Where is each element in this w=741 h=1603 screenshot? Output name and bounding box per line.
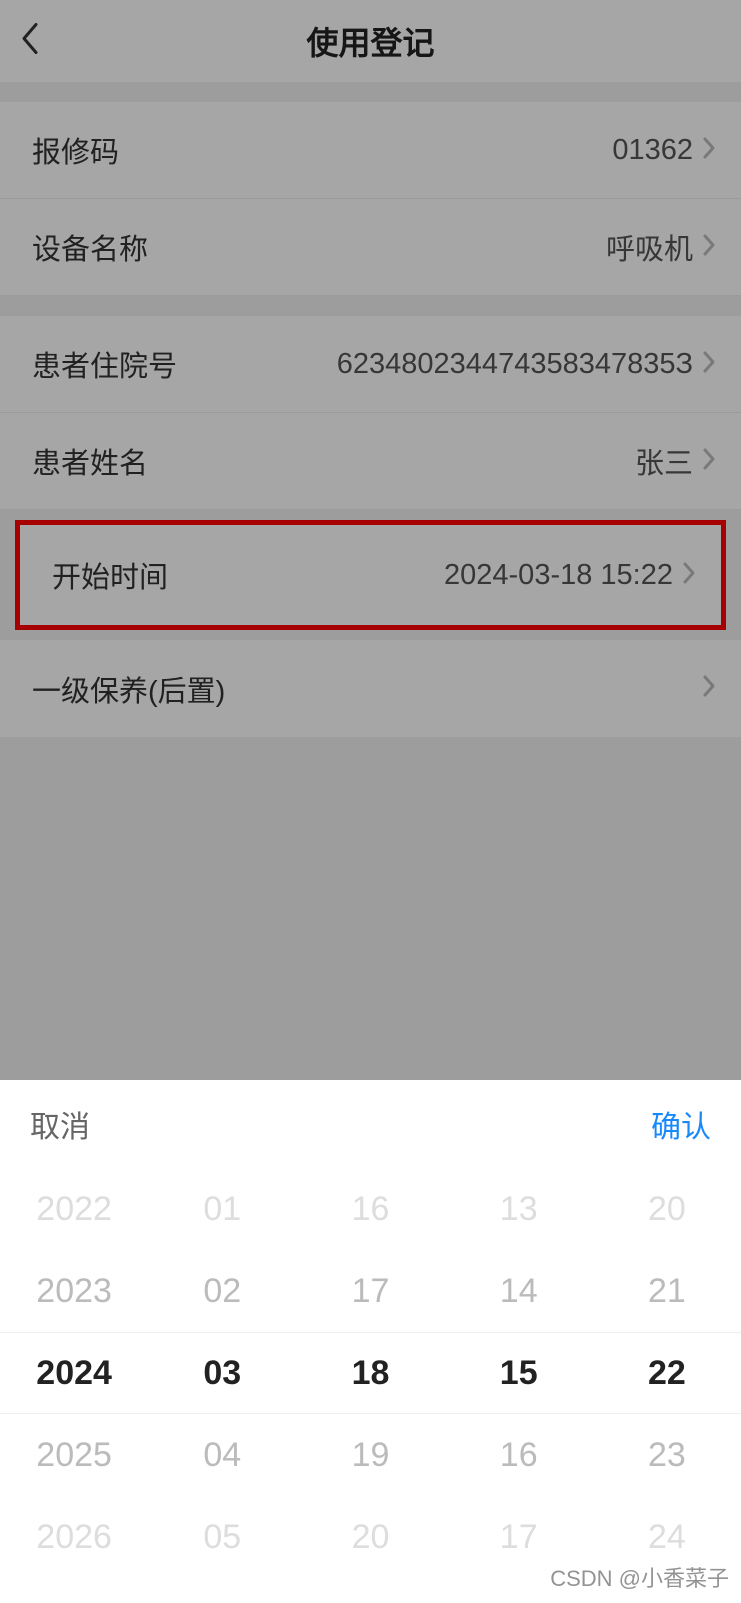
row-value: 呼吸机 xyxy=(606,226,693,268)
page-title: 使用登记 xyxy=(306,18,434,64)
picker-column-minute[interactable]: 20 21 22 23 24 xyxy=(593,1168,741,1603)
picker-option[interactable]: 2023 xyxy=(0,1250,148,1332)
chevron-right-icon xyxy=(701,446,717,477)
row-value: 01362 xyxy=(612,134,693,167)
back-icon[interactable] xyxy=(18,21,40,62)
row-patient-id[interactable]: 患者住院号 623480234474358347835З xyxy=(0,316,741,413)
row-value: 2024-03-18 15:22 xyxy=(444,559,673,592)
picker-option[interactable]: 05 xyxy=(148,1496,296,1578)
picker-option[interactable]: 16 xyxy=(296,1168,444,1250)
picker-option[interactable]: 16 xyxy=(445,1414,593,1496)
row-value: 623480234474358347835З xyxy=(337,348,693,381)
row-label: 患者姓名 xyxy=(32,440,148,482)
picker-columns: 2022 2023 2024 2025 2026 01 02 03 04 05 … xyxy=(0,1168,741,1603)
picker-option-selected[interactable]: 18 xyxy=(296,1332,444,1414)
confirm-button[interactable]: 确认 xyxy=(651,1102,711,1146)
row-label: 开始时间 xyxy=(52,554,168,596)
picker-column-month[interactable]: 01 02 03 04 05 xyxy=(148,1168,296,1603)
picker-option[interactable]: 2022 xyxy=(0,1168,148,1250)
picker-option[interactable]: 17 xyxy=(296,1250,444,1332)
picker-option-selected[interactable]: 22 xyxy=(593,1332,741,1414)
row-label: 报修码 xyxy=(32,129,119,171)
picker-option[interactable]: 2026 xyxy=(0,1496,148,1578)
picker-option[interactable]: 2025 xyxy=(0,1414,148,1496)
row-repair-code[interactable]: 报修码 01362 xyxy=(0,102,741,199)
picker-option[interactable]: 21 xyxy=(593,1250,741,1332)
picker-column-day[interactable]: 16 17 18 19 20 xyxy=(296,1168,444,1603)
chevron-right-icon xyxy=(701,232,717,263)
watermark: CSDN @小香菜子 xyxy=(550,1561,729,1593)
picker-option-selected[interactable]: 2024 xyxy=(0,1332,148,1414)
chevron-right-icon xyxy=(681,560,697,591)
picker-option[interactable]: 04 xyxy=(148,1414,296,1496)
picker-option[interactable]: 01 xyxy=(148,1168,296,1250)
picker-option[interactable]: 13 xyxy=(445,1168,593,1250)
chevron-right-icon xyxy=(701,349,717,380)
chevron-right-icon xyxy=(701,135,717,166)
row-maintenance[interactable]: 一级保养(后置) xyxy=(0,640,741,737)
picker-option[interactable]: 14 xyxy=(445,1250,593,1332)
picker-option[interactable]: 23 xyxy=(593,1414,741,1496)
highlight-box: 开始时间 2024-03-18 15:22 xyxy=(15,520,726,630)
cancel-button[interactable]: 取消 xyxy=(30,1102,90,1146)
picker-option[interactable]: 02 xyxy=(148,1250,296,1332)
row-start-time[interactable]: 开始时间 2024-03-18 15:22 xyxy=(20,525,721,625)
chevron-right-icon xyxy=(701,673,717,704)
picker-column-year[interactable]: 2022 2023 2024 2025 2026 xyxy=(0,1168,148,1603)
picker-header: 取消 确认 xyxy=(0,1080,741,1168)
row-value: 张三 xyxy=(635,440,693,482)
row-device-name[interactable]: 设备名称 呼吸机 xyxy=(0,199,741,296)
row-label: 设备名称 xyxy=(32,226,148,268)
picker-column-hour[interactable]: 13 14 15 16 17 xyxy=(445,1168,593,1603)
picker-option-selected[interactable]: 03 xyxy=(148,1332,296,1414)
section-gap xyxy=(0,296,741,316)
datetime-picker: 取消 确认 2022 2023 2024 2025 2026 01 02 03 … xyxy=(0,1080,741,1603)
section-gap xyxy=(0,82,741,102)
picker-option-selected[interactable]: 15 xyxy=(445,1332,593,1414)
picker-option[interactable]: 20 xyxy=(296,1496,444,1578)
row-patient-name[interactable]: 患者姓名 张三 xyxy=(0,413,741,510)
picker-option[interactable]: 20 xyxy=(593,1168,741,1250)
row-label: 患者住院号 xyxy=(32,343,177,385)
page-header: 使用登记 xyxy=(0,0,741,82)
row-label: 一级保养(后置) xyxy=(32,668,225,710)
picker-option[interactable]: 19 xyxy=(296,1414,444,1496)
